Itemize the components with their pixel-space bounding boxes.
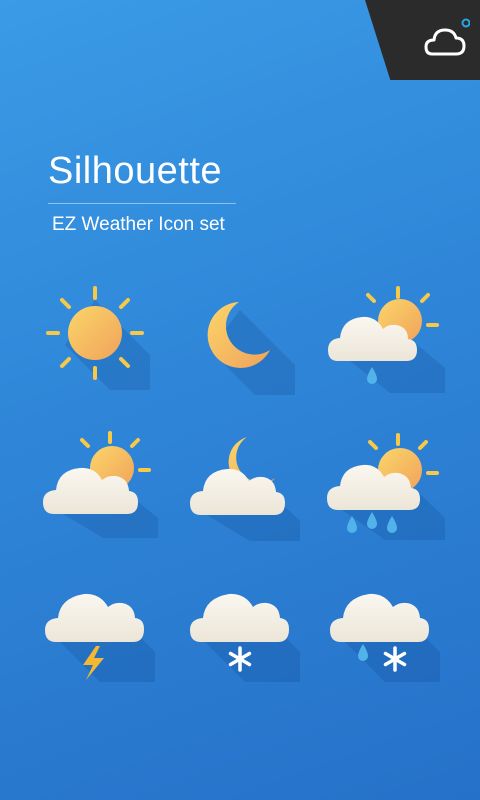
sunny-icon — [46, 286, 150, 390]
title-divider — [48, 203, 236, 204]
sun-cloud-rain-icon — [328, 286, 445, 393]
night-cloudy-icon — [190, 437, 300, 541]
snow-icon — [190, 593, 300, 682]
corner-badge[interactable] — [365, 0, 480, 80]
cloud-icon — [424, 18, 470, 56]
page-title: Silhouette — [48, 150, 223, 192]
thunderstorm-icon — [45, 593, 155, 682]
sun-cloud-heavy-rain-icon — [327, 433, 445, 540]
clear-night-icon — [207, 302, 295, 395]
page-subtitle: EZ Weather Icon set — [52, 214, 225, 235]
sleet-icon — [330, 593, 440, 682]
partly-cloudy-icon — [43, 431, 158, 538]
